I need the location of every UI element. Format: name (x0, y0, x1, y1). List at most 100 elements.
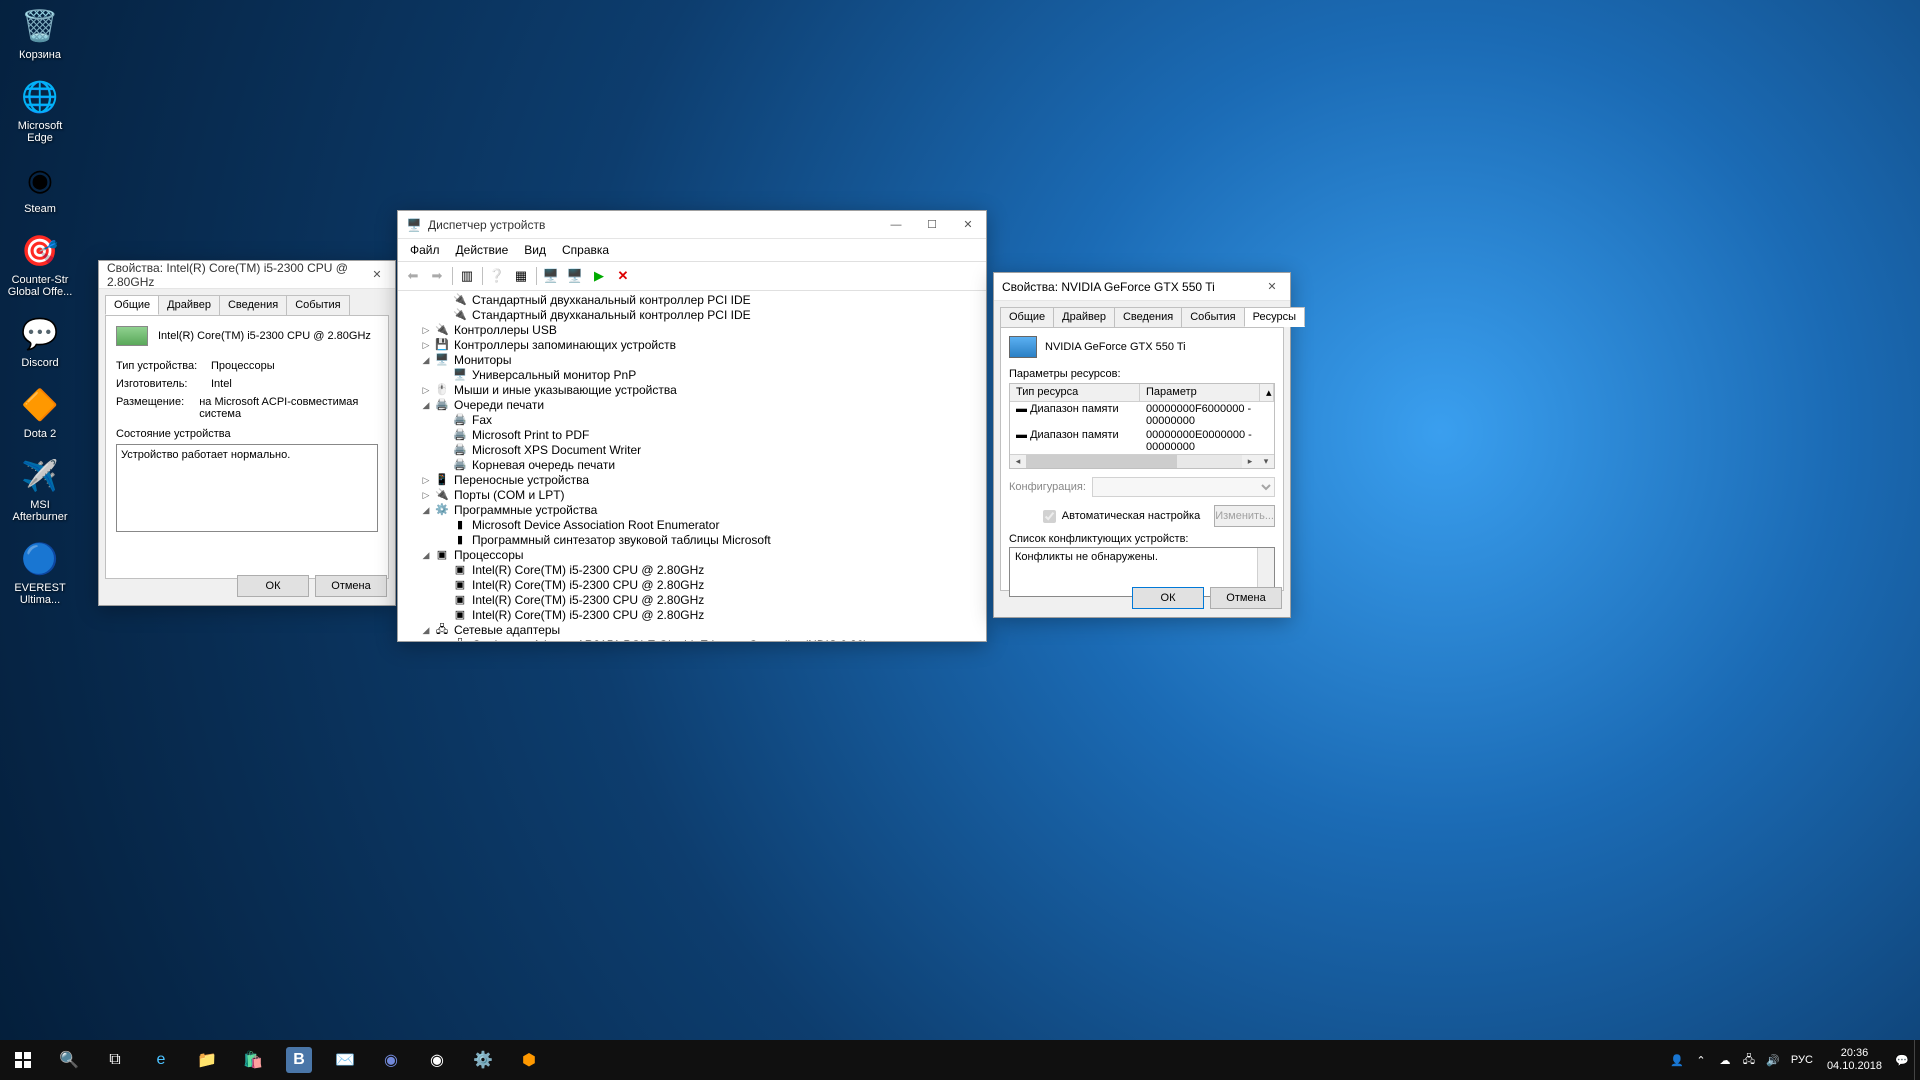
tree-node[interactable]: ◢🖧Сетевые адаптеры (404, 623, 986, 638)
tab-Общие[interactable]: Общие (105, 295, 159, 315)
task-view-button[interactable]: ⧉ (92, 1040, 138, 1080)
titlebar[interactable]: 🖥️ Диспетчер устройств — ☐ ✕ (398, 211, 986, 239)
tab-Ресурсы[interactable]: Ресурсы (1244, 307, 1305, 327)
close-button[interactable]: ✕ (359, 262, 395, 288)
resource-row[interactable]: ▬ Диапазон памяти00000000E0000000 - 0000… (1010, 428, 1274, 454)
csgo-icon[interactable]: 🎯Counter-Str Global Offe... (5, 230, 75, 298)
back-button[interactable]: ⬅ (402, 265, 424, 287)
mail-taskbar-icon[interactable]: ✉️ (322, 1040, 368, 1080)
edge-taskbar-icon[interactable]: e (138, 1040, 184, 1080)
tree-node[interactable]: ▷🔌Контроллеры USB (404, 323, 986, 338)
tree-node[interactable]: ▷💾Контроллеры запоминающих устройств (404, 338, 986, 353)
tab-Сведения[interactable]: Сведения (219, 295, 287, 315)
app-taskbar-icon[interactable]: ⬢ (506, 1040, 552, 1080)
tree-node[interactable]: ▮Программный синтезатор звуковой таблицы… (404, 533, 986, 548)
language-indicator[interactable]: РУС (1785, 1040, 1819, 1080)
tree-node[interactable]: 🖧Qualcomm Atheros AR8151 PCI-E Gigabit E… (404, 638, 986, 641)
horizontal-scrollbar[interactable]: ◂ ▸ ▾ (1010, 454, 1274, 468)
scroll-right-icon[interactable]: ▸ (1242, 455, 1258, 468)
status-field[interactable]: Устройство работает нормально. (116, 444, 378, 532)
enable-button[interactable]: ▶ (588, 265, 610, 287)
help-button[interactable]: ❔ (486, 265, 508, 287)
volume-icon[interactable]: 🔊 (1761, 1040, 1785, 1080)
network-icon[interactable]: 🖧 (1737, 1040, 1761, 1080)
col-parameter[interactable]: Параметр (1140, 384, 1260, 401)
tree-node[interactable]: ▣Intel(R) Core(TM) i5-2300 CPU @ 2.80GHz (404, 578, 986, 593)
tab-Общие[interactable]: Общие (1000, 307, 1054, 327)
expand-toggle-icon[interactable]: ◢ (420, 625, 432, 637)
expand-toggle-icon[interactable]: ▷ (420, 340, 432, 352)
steam-taskbar-icon[interactable]: ◉ (414, 1040, 460, 1080)
msi-afterburner-icon[interactable]: ✈️MSI Afterburner (5, 455, 75, 523)
show-hide-tree-button[interactable]: ▥ (456, 265, 478, 287)
tree-node[interactable]: ▷🔌Порты (COM и LPT) (404, 488, 986, 503)
expand-toggle-icon[interactable]: ◢ (420, 505, 432, 517)
resource-row[interactable]: ▬ Диапазон памяти00000000F6000000 - 0000… (1010, 402, 1274, 428)
dota2-icon[interactable]: 🔶Dota 2 (5, 384, 75, 440)
tree-node[interactable]: 🔌Стандартный двухканальный контроллер PC… (404, 293, 986, 308)
minimize-button[interactable]: — (878, 212, 914, 238)
tree-node[interactable]: ▣Intel(R) Core(TM) i5-2300 CPU @ 2.80GHz (404, 608, 986, 623)
clock[interactable]: 20:36 04.10.2018 (1819, 1047, 1890, 1073)
tree-node[interactable]: 🖨️Fax (404, 413, 986, 428)
maximize-button[interactable]: ☐ (914, 212, 950, 238)
col-resource-type[interactable]: Тип ресурса (1010, 384, 1140, 401)
forward-button[interactable]: ➡ (426, 265, 448, 287)
tree-node[interactable]: ▣Intel(R) Core(TM) i5-2300 CPU @ 2.80GHz (404, 563, 986, 578)
titlebar[interactable]: Свойства: NVIDIA GeForce GTX 550 Ti ✕ (994, 273, 1290, 301)
properties-button[interactable]: ▦ (510, 265, 532, 287)
tree-node[interactable]: ◢🖥️Мониторы (404, 353, 986, 368)
tab-События[interactable]: События (1181, 307, 1244, 327)
tree-node[interactable]: 🖨️Microsoft XPS Document Writer (404, 443, 986, 458)
update-driver-button[interactable]: 🖥️ (540, 265, 562, 287)
tray-chevron-up-icon[interactable]: ⌃ (1689, 1040, 1713, 1080)
search-button[interactable]: 🔍 (46, 1040, 92, 1080)
uninstall-button[interactable]: ✕ (612, 265, 634, 287)
steam-icon[interactable]: ◉Steam (5, 159, 75, 215)
expand-toggle-icon[interactable]: ◢ (420, 400, 432, 412)
ok-button[interactable]: ОК (237, 575, 309, 597)
scroll-left-icon[interactable]: ◂ (1010, 455, 1026, 468)
cancel-button[interactable]: Отмена (315, 575, 387, 597)
tree-node[interactable]: ▷📱Переносные устройства (404, 473, 986, 488)
expand-toggle-icon[interactable]: ▷ (420, 385, 432, 397)
edge-icon[interactable]: 🌐Microsoft Edge (5, 76, 75, 144)
everest-icon[interactable]: 🔵EVEREST Ultima... (5, 538, 75, 606)
start-button[interactable] (0, 1040, 46, 1080)
tree-node[interactable]: ◢🖨️Очереди печати (404, 398, 986, 413)
tree-node[interactable]: ▣Intel(R) Core(TM) i5-2300 CPU @ 2.80GHz (404, 593, 986, 608)
resource-list[interactable]: Тип ресурса Параметр ▴ ▬ Диапазон памяти… (1009, 383, 1275, 469)
people-icon[interactable]: 👤 (1665, 1040, 1689, 1080)
vk-taskbar-icon[interactable]: B (286, 1047, 312, 1073)
ok-button[interactable]: ОК (1132, 587, 1204, 609)
tree-node[interactable]: 🖨️Microsoft Print to PDF (404, 428, 986, 443)
file-explorer-taskbar-icon[interactable]: 📁 (184, 1040, 230, 1080)
tree-node[interactable]: 🔌Стандартный двухканальный контроллер PC… (404, 308, 986, 323)
scroll-down-icon[interactable]: ▾ (1258, 455, 1274, 468)
tab-Драйвер[interactable]: Драйвер (158, 295, 220, 315)
settings-taskbar-icon[interactable]: ⚙️ (460, 1040, 506, 1080)
discord-taskbar-icon[interactable]: ◉ (368, 1040, 414, 1080)
action-center-icon[interactable]: 💬 (1890, 1040, 1914, 1080)
close-button[interactable]: ✕ (1254, 274, 1290, 300)
expand-toggle-icon[interactable]: ▷ (420, 475, 432, 487)
discord-icon[interactable]: 💬Discord (5, 313, 75, 369)
tree-node[interactable]: 🖥️Универсальный монитор PnP (404, 368, 986, 383)
tree-node[interactable]: ▮Microsoft Device Association Root Enume… (404, 518, 986, 533)
menu-Действие[interactable]: Действие (450, 241, 515, 259)
scroll-up-icon[interactable]: ▴ (1260, 384, 1274, 401)
cancel-button[interactable]: Отмена (1210, 587, 1282, 609)
store-taskbar-icon[interactable]: 🛍️ (230, 1040, 276, 1080)
tree-node[interactable]: ◢▣Процессоры (404, 548, 986, 563)
expand-toggle-icon[interactable]: ◢ (420, 550, 432, 562)
recycle-bin-icon[interactable]: 🗑️Корзина (5, 5, 75, 61)
tab-Драйвер[interactable]: Драйвер (1053, 307, 1115, 327)
onedrive-icon[interactable]: ☁ (1713, 1040, 1737, 1080)
device-tree[interactable]: 🔌Стандартный двухканальный контроллер PC… (398, 291, 986, 641)
menu-Вид[interactable]: Вид (518, 241, 552, 259)
close-button[interactable]: ✕ (950, 212, 986, 238)
show-desktop-button[interactable] (1914, 1040, 1920, 1080)
expand-toggle-icon[interactable]: ▷ (420, 325, 432, 337)
expand-toggle-icon[interactable]: ◢ (420, 355, 432, 367)
expand-toggle-icon[interactable]: ▷ (420, 490, 432, 502)
